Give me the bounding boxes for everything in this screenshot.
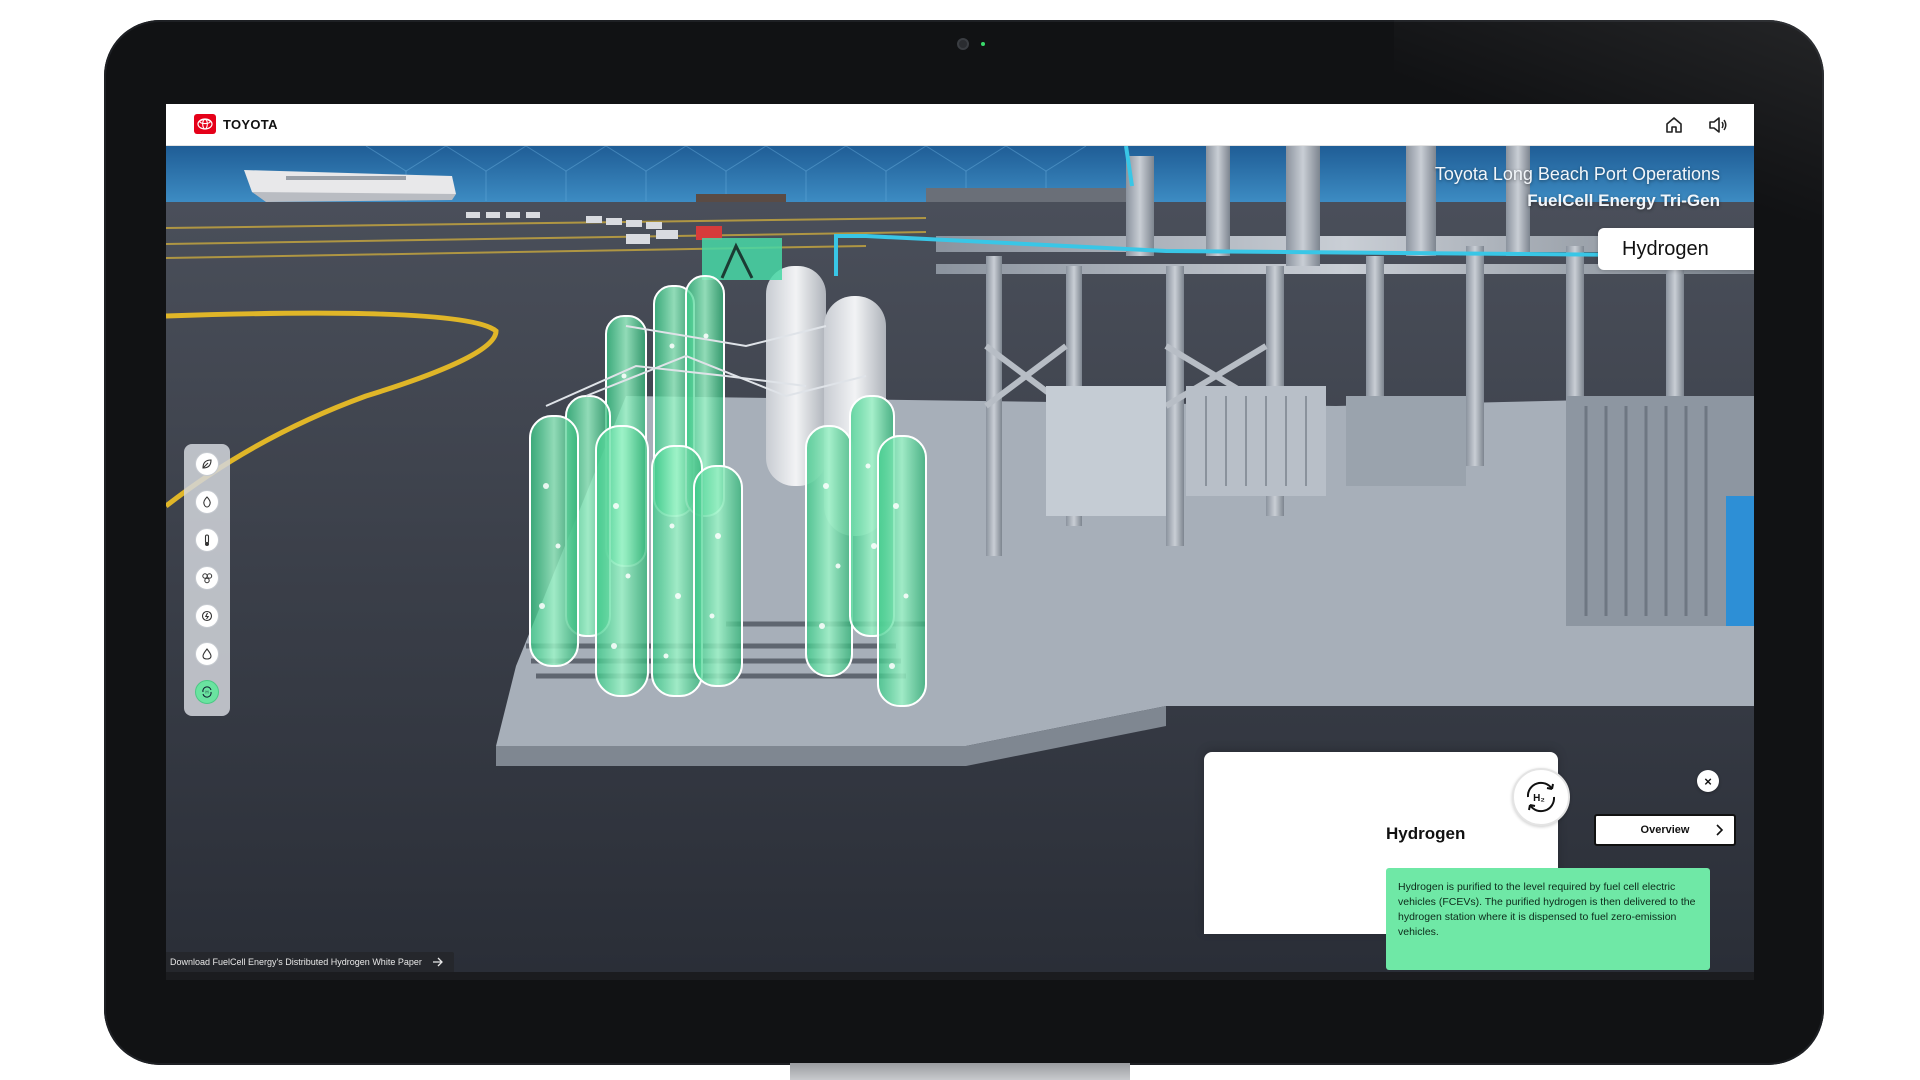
molecule-icon (202, 573, 213, 584)
webcam (957, 38, 969, 50)
nav-molecule-button[interactable] (195, 566, 219, 590)
leaf-icon (202, 459, 212, 469)
scene-title: Toyota Long Beach Port Operations FuelCe… (1435, 164, 1720, 211)
panel-title: Hydrogen (1386, 824, 1466, 843)
nav-gas-button[interactable] (195, 490, 219, 514)
chevron-right-icon (1716, 824, 1724, 836)
webcam-led (981, 42, 985, 46)
nav-leaf-button[interactable] (195, 452, 219, 476)
screen-bottom-edge (166, 972, 1754, 980)
overview-button[interactable]: Overview (1594, 814, 1736, 846)
top-bar: TOYOTA (166, 104, 1754, 146)
toyota-logo[interactable]: TOYOTA (194, 114, 278, 134)
home-button[interactable] (1662, 113, 1686, 137)
nav-water-button[interactable] (195, 642, 219, 666)
arrow-right-icon (432, 957, 443, 967)
brand-name: TOYOTA (223, 116, 278, 132)
overview-button-label: Overview (1640, 824, 1690, 836)
nav-heat-button[interactable] (195, 528, 219, 552)
scene-title-system: FuelCell Energy Tri-Gen (1527, 191, 1720, 210)
panel-description: Hydrogen is purified to the level requir… (1386, 868, 1710, 970)
power-cycle-icon (201, 610, 213, 622)
hydrogen-cycle-icon: H (202, 686, 212, 698)
toyota-emblem-icon (194, 114, 216, 134)
svg-text:H: H (205, 690, 208, 695)
section-label: Hydrogen (1598, 228, 1754, 270)
topic-navigation-rail: H (184, 444, 230, 716)
hydrogen-badge-icon: H₂ (1512, 768, 1570, 826)
gas-flame-icon (203, 496, 211, 508)
monitor-stand (790, 1063, 1130, 1080)
home-icon (1666, 117, 1682, 133)
close-panel-button[interactable]: × (1697, 770, 1719, 792)
download-link-label: Download FuelCell Energy's Distributed H… (170, 957, 422, 967)
hydrogen-badge-text: H₂ (1533, 793, 1545, 804)
thermometer-icon (204, 534, 210, 546)
nav-power-button[interactable] (195, 604, 219, 628)
water-drop-icon (202, 648, 212, 660)
sound-button[interactable] (1706, 113, 1730, 137)
scene-title-location: Toyota Long Beach Port Operations (1434, 164, 1720, 184)
nav-hydrogen-button[interactable]: H (195, 680, 219, 704)
white-paper-download-link[interactable]: Download FuelCell Energy's Distributed H… (166, 952, 454, 972)
speaker-icon (1709, 117, 1727, 133)
